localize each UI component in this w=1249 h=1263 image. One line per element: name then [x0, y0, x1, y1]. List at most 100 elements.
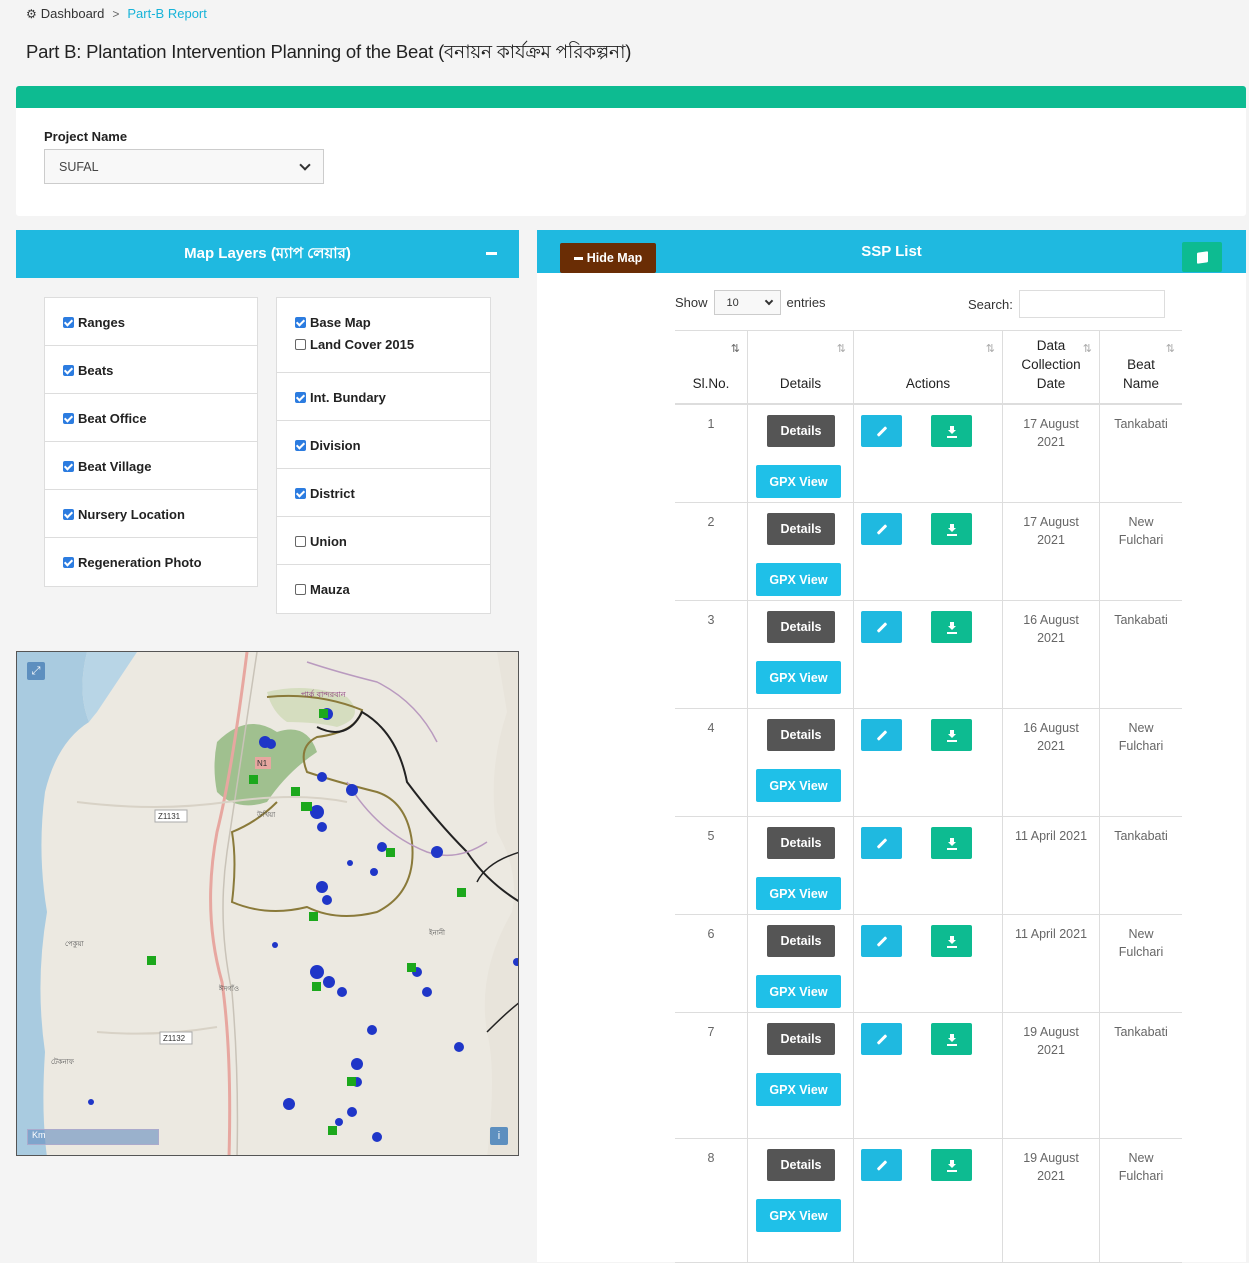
- cell-sl-no: 2: [707, 515, 715, 529]
- collapse-icon[interactable]: [486, 252, 497, 255]
- gpx-view-button[interactable]: GPX View: [756, 877, 841, 910]
- checkbox-icon[interactable]: [63, 509, 74, 520]
- download-button[interactable]: [931, 925, 972, 957]
- details-button[interactable]: Details: [767, 513, 835, 545]
- download-button[interactable]: [931, 415, 972, 447]
- edit-button[interactable]: [861, 1149, 902, 1181]
- layer-union[interactable]: Union: [277, 517, 490, 565]
- col-actions[interactable]: ⇅ Actions: [853, 331, 1002, 403]
- checkbox-icon[interactable]: [63, 413, 74, 424]
- download-icon: [946, 936, 957, 948]
- gpx-view-button[interactable]: GPX View: [756, 563, 841, 596]
- pencil-icon: [876, 935, 887, 947]
- edit-button[interactable]: [861, 611, 902, 643]
- map-label-z1131: Z1131: [158, 812, 181, 821]
- layer-regeneration-photo[interactable]: Regeneration Photo: [45, 538, 257, 586]
- col-details[interactable]: ⇅ Details: [747, 331, 853, 403]
- fullscreen-icon[interactable]: ⤢: [27, 662, 45, 680]
- gpx-view-button[interactable]: GPX View: [756, 1199, 841, 1232]
- cell-actions: [853, 601, 1002, 708]
- map-canvas[interactable]: N1 Z1131 Z1132 পার্ক বান্দরবান ইনানী পেক…: [17, 652, 519, 1156]
- map-toggle-button[interactable]: [1182, 242, 1222, 272]
- checkbox-icon[interactable]: [295, 536, 306, 547]
- breadcrumb-dashboard-link[interactable]: Dashboard: [41, 6, 105, 21]
- gpx-view-button[interactable]: GPX View: [756, 975, 841, 1008]
- details-button[interactable]: Details: [767, 827, 835, 859]
- cell-beat-name: Tankabati: [1099, 1013, 1182, 1138]
- show-label: Show: [675, 295, 708, 310]
- checkbox-icon[interactable]: [295, 339, 306, 350]
- col-data-collection-date[interactable]: ⇅ Data Collection Date: [1002, 331, 1099, 403]
- edit-button[interactable]: [861, 719, 902, 751]
- table-body: 1 Details GPX View 17 August 2021 Tankabati 2 D…: [675, 405, 1182, 1263]
- info-icon[interactable]: i: [490, 1127, 508, 1145]
- gpx-view-button[interactable]: GPX View: [756, 661, 841, 694]
- details-button[interactable]: Details: [767, 1149, 835, 1181]
- card-header-strip: [16, 86, 1246, 108]
- layer-beat-office[interactable]: Beat Office: [45, 394, 257, 442]
- download-button[interactable]: [931, 1149, 972, 1181]
- map-label-ukhia: উখিয়া: [256, 810, 276, 819]
- layer-int-boundary[interactable]: Int. Bundary: [277, 373, 490, 421]
- cell-beat-name: New Fulchari: [1099, 1139, 1182, 1262]
- download-icon: [946, 426, 957, 438]
- sort-icon: ⇅: [836, 343, 846, 355]
- edit-button[interactable]: [861, 827, 902, 859]
- download-button[interactable]: [931, 1023, 972, 1055]
- pencil-icon: [876, 1159, 887, 1171]
- edit-button[interactable]: [861, 415, 902, 447]
- gpx-view-button[interactable]: GPX View: [756, 769, 841, 802]
- layer-district[interactable]: District: [277, 469, 490, 517]
- layer-division[interactable]: Division: [277, 421, 490, 469]
- details-button[interactable]: Details: [767, 1023, 835, 1055]
- project-name-select[interactable]: SUFAL: [44, 149, 324, 184]
- edit-button[interactable]: [861, 1023, 902, 1055]
- pencil-icon: [876, 523, 887, 535]
- download-button[interactable]: [931, 513, 972, 545]
- download-button[interactable]: [931, 827, 972, 859]
- layer-beat-village[interactable]: Beat Village: [45, 442, 257, 490]
- map-view[interactable]: N1 Z1131 Z1132 পার্ক বান্দরবান ইনানী পেক…: [16, 651, 519, 1156]
- download-button[interactable]: [931, 611, 972, 643]
- checkbox-icon[interactable]: [295, 317, 306, 328]
- gpx-view-button[interactable]: GPX View: [756, 465, 841, 498]
- layer-land-cover[interactable]: Land Cover 2015: [295, 337, 472, 352]
- cell-details: Details GPX View: [747, 405, 853, 502]
- layer-nursery-location[interactable]: Nursery Location: [45, 490, 257, 538]
- checkbox-icon[interactable]: [295, 440, 306, 451]
- hide-map-label: Hide Map: [586, 251, 643, 265]
- layer-beats[interactable]: Beats: [45, 346, 257, 394]
- checkbox-icon[interactable]: [295, 392, 306, 403]
- entries-select[interactable]: 10: [713, 290, 781, 315]
- entries-control: Show 10 entries: [675, 290, 826, 315]
- download-button[interactable]: [931, 719, 972, 751]
- gpx-view-button[interactable]: GPX View: [756, 1073, 841, 1106]
- search-input[interactable]: [1018, 290, 1165, 318]
- checkbox-icon[interactable]: [63, 461, 74, 472]
- details-button[interactable]: Details: [767, 415, 835, 447]
- edit-button[interactable]: [861, 925, 902, 957]
- checkbox-icon[interactable]: [295, 584, 306, 595]
- details-button[interactable]: Details: [767, 719, 835, 751]
- layer-mauza[interactable]: Mauza: [277, 565, 490, 613]
- cell-actions: [853, 817, 1002, 914]
- cell-details: Details GPX View: [747, 1013, 853, 1138]
- checkbox-icon[interactable]: [63, 317, 74, 328]
- details-button[interactable]: Details: [767, 925, 835, 957]
- edit-button[interactable]: [861, 513, 902, 545]
- breadcrumb-current[interactable]: Part-B Report: [127, 6, 206, 21]
- checkbox-icon[interactable]: [295, 488, 306, 499]
- ssp-list-panel: SSP List Hide Map Show 10 entries Search…: [537, 230, 1246, 1263]
- cell-date: 11 April 2021: [1002, 817, 1099, 914]
- col-sl-no[interactable]: ⇅ Sl.No.: [675, 331, 747, 403]
- details-button[interactable]: Details: [767, 611, 835, 643]
- table-row: 7 Details GPX View 19 August 2021 Tankabati: [675, 1013, 1182, 1139]
- hide-map-button[interactable]: Hide Map: [560, 243, 656, 273]
- layer-base-map[interactable]: Base Map: [295, 315, 472, 330]
- layer-ranges[interactable]: Ranges: [45, 298, 257, 346]
- col-beat-name[interactable]: ⇅ Beat Name: [1099, 331, 1182, 403]
- checkbox-icon[interactable]: [63, 557, 74, 568]
- map-label-eidgaon: ঈদগাঁও: [218, 984, 239, 993]
- cell-actions: [853, 503, 1002, 600]
- checkbox-icon[interactable]: [63, 365, 74, 376]
